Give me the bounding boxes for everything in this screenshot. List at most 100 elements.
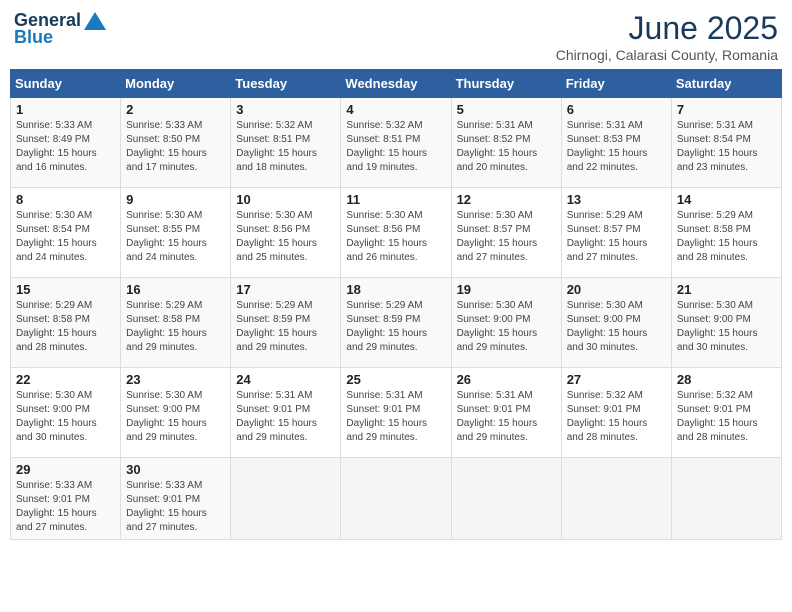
day-info: Sunrise: 5:30 AM Sunset: 9:00 PM Dayligh… bbox=[567, 299, 666, 355]
calendar-cell: 17 Sunrise: 5:29 AM Sunset: 8:59 PM Dayli… bbox=[231, 278, 341, 368]
day-info: Sunrise: 5:29 AM Sunset: 8:59 PM Dayligh… bbox=[346, 299, 445, 355]
day-number: 26 bbox=[457, 372, 556, 387]
calendar-cell: 20 Sunrise: 5:30 AM Sunset: 9:00 PM Dayli… bbox=[561, 278, 671, 368]
day-number: 28 bbox=[677, 372, 776, 387]
day-info: Sunrise: 5:33 AM Sunset: 9:01 PM Dayligh… bbox=[16, 479, 115, 535]
calendar-cell: 21 Sunrise: 5:30 AM Sunset: 9:00 PM Dayli… bbox=[671, 278, 781, 368]
day-number: 20 bbox=[567, 282, 666, 297]
weekday-header-sunday: Sunday bbox=[11, 70, 121, 98]
weekday-header-tuesday: Tuesday bbox=[231, 70, 341, 98]
calendar-cell: 6 Sunrise: 5:31 AM Sunset: 8:53 PM Daylig… bbox=[561, 98, 671, 188]
calendar-cell: 13 Sunrise: 5:29 AM Sunset: 8:57 PM Dayli… bbox=[561, 188, 671, 278]
calendar-week-row: 8 Sunrise: 5:30 AM Sunset: 8:54 PM Daylig… bbox=[11, 188, 782, 278]
calendar-cell: 18 Sunrise: 5:29 AM Sunset: 8:59 PM Dayli… bbox=[341, 278, 451, 368]
logo: General Blue bbox=[14, 10, 106, 48]
day-info: Sunrise: 5:29 AM Sunset: 8:57 PM Dayligh… bbox=[567, 209, 666, 265]
day-number: 15 bbox=[16, 282, 115, 297]
calendar-cell bbox=[231, 458, 341, 540]
day-info: Sunrise: 5:33 AM Sunset: 9:01 PM Dayligh… bbox=[126, 479, 225, 535]
calendar-cell: 10 Sunrise: 5:30 AM Sunset: 8:56 PM Dayli… bbox=[231, 188, 341, 278]
weekday-header-monday: Monday bbox=[121, 70, 231, 98]
day-number: 11 bbox=[346, 192, 445, 207]
day-info: Sunrise: 5:30 AM Sunset: 9:00 PM Dayligh… bbox=[16, 389, 115, 445]
calendar-cell: 2 Sunrise: 5:33 AM Sunset: 8:50 PM Daylig… bbox=[121, 98, 231, 188]
logo-icon bbox=[84, 12, 106, 30]
calendar-cell: 14 Sunrise: 5:29 AM Sunset: 8:58 PM Dayli… bbox=[671, 188, 781, 278]
calendar-cell: 12 Sunrise: 5:30 AM Sunset: 8:57 PM Dayli… bbox=[451, 188, 561, 278]
day-number: 27 bbox=[567, 372, 666, 387]
day-number: 17 bbox=[236, 282, 335, 297]
day-info: Sunrise: 5:29 AM Sunset: 8:58 PM Dayligh… bbox=[677, 209, 776, 265]
day-info: Sunrise: 5:31 AM Sunset: 9:01 PM Dayligh… bbox=[346, 389, 445, 445]
calendar-cell: 7Sunrise: 5:31 AM Sunset: 8:54 PM Daylig… bbox=[671, 98, 781, 188]
calendar-cell: 25 Sunrise: 5:31 AM Sunset: 9:01 PM Dayli… bbox=[341, 368, 451, 458]
calendar-cell bbox=[451, 458, 561, 540]
calendar-cell: 4Sunrise: 5:32 AM Sunset: 8:51 PM Daylig… bbox=[341, 98, 451, 188]
day-number: 25 bbox=[346, 372, 445, 387]
day-info: Sunrise: 5:31 AM Sunset: 8:53 PM Dayligh… bbox=[567, 119, 666, 175]
day-number: 18 bbox=[346, 282, 445, 297]
day-info: Sunrise: 5:30 AM Sunset: 8:56 PM Dayligh… bbox=[236, 209, 335, 265]
day-number: 1 bbox=[16, 102, 115, 117]
day-number: 12 bbox=[457, 192, 556, 207]
day-number: 5 bbox=[457, 102, 556, 117]
weekday-header-wednesday: Wednesday bbox=[341, 70, 451, 98]
location-title: Chirnogi, Calarasi County, Romania bbox=[556, 47, 778, 63]
day-number: 21 bbox=[677, 282, 776, 297]
calendar-cell: 24 Sunrise: 5:31 AM Sunset: 9:01 PM Dayli… bbox=[231, 368, 341, 458]
calendar-cell: 16 Sunrise: 5:29 AM Sunset: 8:58 PM Dayli… bbox=[121, 278, 231, 368]
title-area: June 2025 Chirnogi, Calarasi County, Rom… bbox=[556, 10, 778, 63]
day-info: Sunrise: 5:30 AM Sunset: 8:57 PM Dayligh… bbox=[457, 209, 556, 265]
calendar-cell: 11 Sunrise: 5:30 AM Sunset: 8:56 PM Dayli… bbox=[341, 188, 451, 278]
calendar-week-row: 1Sunrise: 5:33 AM Sunset: 8:49 PM Daylig… bbox=[11, 98, 782, 188]
calendar-cell: 22 Sunrise: 5:30 AM Sunset: 9:00 PM Dayli… bbox=[11, 368, 121, 458]
calendar-week-row: 15 Sunrise: 5:29 AM Sunset: 8:58 PM Dayli… bbox=[11, 278, 782, 368]
calendar-cell: 27 Sunrise: 5:32 AM Sunset: 9:01 PM Dayli… bbox=[561, 368, 671, 458]
weekday-header-thursday: Thursday bbox=[451, 70, 561, 98]
calendar-cell: 1Sunrise: 5:33 AM Sunset: 8:49 PM Daylig… bbox=[11, 98, 121, 188]
day-number: 14 bbox=[677, 192, 776, 207]
day-number: 9 bbox=[126, 192, 225, 207]
calendar-cell bbox=[341, 458, 451, 540]
calendar-cell: 8 Sunrise: 5:30 AM Sunset: 8:54 PM Daylig… bbox=[11, 188, 121, 278]
day-info: Sunrise: 5:31 AM Sunset: 9:01 PM Dayligh… bbox=[236, 389, 335, 445]
day-info: Sunrise: 5:30 AM Sunset: 9:00 PM Dayligh… bbox=[457, 299, 556, 355]
day-number: 19 bbox=[457, 282, 556, 297]
day-number: 23 bbox=[126, 372, 225, 387]
day-number: 10 bbox=[236, 192, 335, 207]
weekday-header-friday: Friday bbox=[561, 70, 671, 98]
calendar-cell: 9Sunrise: 5:30 AM Sunset: 8:55 PM Daylig… bbox=[121, 188, 231, 278]
logo-blue-text: Blue bbox=[14, 27, 53, 48]
day-number: 30 bbox=[126, 462, 225, 477]
day-number: 13 bbox=[567, 192, 666, 207]
day-number: 16 bbox=[126, 282, 225, 297]
day-info: Sunrise: 5:29 AM Sunset: 8:58 PM Dayligh… bbox=[126, 299, 225, 355]
day-info: Sunrise: 5:30 AM Sunset: 8:54 PM Dayligh… bbox=[16, 209, 115, 265]
day-info: Sunrise: 5:32 AM Sunset: 9:01 PM Dayligh… bbox=[567, 389, 666, 445]
day-number: 8 bbox=[16, 192, 115, 207]
calendar-cell: 28 Sunrise: 5:32 AM Sunset: 9:01 PM Dayli… bbox=[671, 368, 781, 458]
day-number: 22 bbox=[16, 372, 115, 387]
day-number: 2 bbox=[126, 102, 225, 117]
header: General Blue June 2025 Chirnogi, Calaras… bbox=[10, 10, 782, 63]
day-info: Sunrise: 5:29 AM Sunset: 8:59 PM Dayligh… bbox=[236, 299, 335, 355]
day-info: Sunrise: 5:31 AM Sunset: 9:01 PM Dayligh… bbox=[457, 389, 556, 445]
calendar-cell: 15 Sunrise: 5:29 AM Sunset: 8:58 PM Dayli… bbox=[11, 278, 121, 368]
weekday-header-saturday: Saturday bbox=[671, 70, 781, 98]
day-number: 24 bbox=[236, 372, 335, 387]
day-info: Sunrise: 5:29 AM Sunset: 8:58 PM Dayligh… bbox=[16, 299, 115, 355]
day-number: 3 bbox=[236, 102, 335, 117]
day-number: 29 bbox=[16, 462, 115, 477]
day-number: 6 bbox=[567, 102, 666, 117]
day-info: Sunrise: 5:30 AM Sunset: 9:00 PM Dayligh… bbox=[677, 299, 776, 355]
calendar-cell: 26 Sunrise: 5:31 AM Sunset: 9:01 PM Dayli… bbox=[451, 368, 561, 458]
day-info: Sunrise: 5:30 AM Sunset: 8:56 PM Dayligh… bbox=[346, 209, 445, 265]
month-title: June 2025 bbox=[556, 10, 778, 47]
calendar-cell: 3Sunrise: 5:32 AM Sunset: 8:51 PM Daylig… bbox=[231, 98, 341, 188]
weekday-header-row: SundayMondayTuesdayWednesdayThursdayFrid… bbox=[11, 70, 782, 98]
day-info: Sunrise: 5:31 AM Sunset: 8:52 PM Dayligh… bbox=[457, 119, 556, 175]
day-info: Sunrise: 5:30 AM Sunset: 9:00 PM Dayligh… bbox=[126, 389, 225, 445]
day-info: Sunrise: 5:32 AM Sunset: 9:01 PM Dayligh… bbox=[677, 389, 776, 445]
day-info: Sunrise: 5:33 AM Sunset: 8:50 PM Dayligh… bbox=[126, 119, 225, 175]
day-info: Sunrise: 5:31 AM Sunset: 8:54 PM Dayligh… bbox=[677, 119, 776, 175]
